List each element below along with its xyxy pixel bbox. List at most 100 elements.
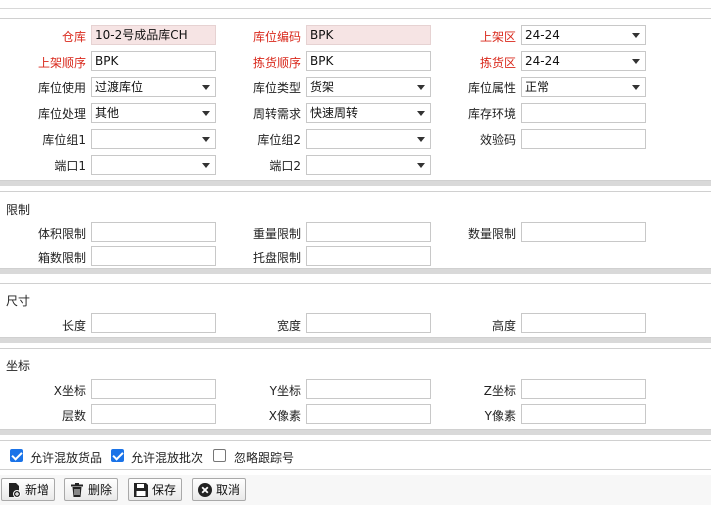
x-pixel-label: X像素 <box>268 409 301 423</box>
box-limit-label: 箱数限制 <box>37 251 86 265</box>
save-button-label: 保存 <box>152 483 177 497</box>
delete-button[interactable]: 删除 <box>64 478 119 501</box>
chevron-down-icon <box>202 137 210 142</box>
group1-select[interactable] <box>91 129 216 149</box>
z-coord-field[interactable] <box>521 379 646 399</box>
length-label: 长度 <box>61 319 86 333</box>
putaway-zone-label: 上架区 <box>479 30 516 44</box>
height-label: 高度 <box>491 319 516 333</box>
close-circle-icon <box>197 482 213 498</box>
width-label: 宽度 <box>276 319 301 333</box>
size-title: 尺寸 <box>6 294 31 308</box>
mix-goods-label: 允许混放货品 <box>30 451 103 465</box>
putaway-sequence-field[interactable]: BPK <box>91 51 216 71</box>
floppy-disk-icon <box>133 482 149 498</box>
section-divider <box>0 269 711 274</box>
chevron-down-icon <box>202 163 210 168</box>
port1-select[interactable] <box>91 155 216 175</box>
putaway-zone-value: 24-24 <box>525 28 560 42</box>
turnover-value: 快速周转 <box>310 106 359 120</box>
putaway-sequence-label: 上架顺序 <box>37 56 86 70</box>
section-divider <box>0 181 711 186</box>
location-type-label: 库位类型 <box>252 81 301 95</box>
y-coord-label: Y坐标 <box>269 384 301 398</box>
new-button[interactable]: 新增 <box>1 478 56 501</box>
qty-limit-field[interactable] <box>521 222 646 242</box>
volume-limit-label: 体积限制 <box>37 227 86 241</box>
x-coord-label: X坐标 <box>53 384 86 398</box>
group1-label: 库位组1 <box>42 133 86 147</box>
pallet-limit-field[interactable] <box>306 246 431 266</box>
location-attr-select[interactable]: 正常 <box>521 77 646 97</box>
port2-select[interactable] <box>306 155 431 175</box>
group2-select[interactable] <box>306 129 431 149</box>
location-proc-label: 库位处理 <box>37 107 86 121</box>
y-pixel-field[interactable] <box>521 404 646 424</box>
section-divider <box>0 338 711 343</box>
location-code-label: 库位编码 <box>252 30 301 44</box>
check-code-field[interactable] <box>521 129 646 149</box>
coords-title: 坐标 <box>6 359 31 373</box>
height-field[interactable] <box>521 313 646 333</box>
port1-label: 端口1 <box>54 159 86 173</box>
options-row <box>0 440 711 470</box>
check-code-label: 效验码 <box>479 133 516 147</box>
y-coord-field[interactable] <box>306 379 431 399</box>
storage-env-field[interactable] <box>521 103 646 123</box>
width-field[interactable] <box>306 313 431 333</box>
z-coord-label: Z坐标 <box>483 384 516 398</box>
chevron-down-icon <box>202 85 210 90</box>
x-pixel-field[interactable] <box>306 404 431 424</box>
limits-title: 限制 <box>6 203 31 217</box>
mix-batch-label: 允许混放批次 <box>131 451 204 465</box>
location-use-value: 过渡库位 <box>95 80 144 94</box>
cancel-button[interactable]: 取消 <box>192 478 247 501</box>
pick-zone-label: 拣货区 <box>479 56 516 70</box>
pick-zone-select[interactable]: 24-24 <box>521 51 646 71</box>
pick-zone-value: 24-24 <box>525 54 560 68</box>
mix-goods-checkbox[interactable] <box>10 449 23 462</box>
location-type-select[interactable]: 货架 <box>306 77 431 97</box>
location-attr-label: 库位属性 <box>467 81 516 95</box>
box-limit-field[interactable] <box>91 246 216 266</box>
location-type-value: 货架 <box>310 80 335 94</box>
location-use-select[interactable]: 过渡库位 <box>91 77 216 97</box>
chevron-down-icon <box>202 111 210 116</box>
mix-batch-checkbox[interactable] <box>111 449 124 462</box>
length-field[interactable] <box>91 313 216 333</box>
x-coord-field[interactable] <box>91 379 216 399</box>
chevron-down-icon <box>632 85 640 90</box>
pick-sequence-label: 拣货顺序 <box>252 56 301 70</box>
location-code-field[interactable]: BPK <box>306 25 431 45</box>
bottom-toolbar: 新增 删除 保存 取消 <box>0 475 711 505</box>
weight-limit-field[interactable] <box>306 222 431 242</box>
ignore-tracking-label: 忽略跟踪号 <box>234 451 295 465</box>
turnover-label: 周转需求 <box>252 107 301 121</box>
new-document-icon <box>6 482 22 498</box>
location-use-label: 库位使用 <box>37 81 86 95</box>
group2-label: 库位组2 <box>257 133 301 147</box>
new-button-label: 新增 <box>25 483 50 497</box>
layer-count-field[interactable] <box>91 404 216 424</box>
putaway-zone-select[interactable]: 24-24 <box>521 25 646 45</box>
pick-sequence-field[interactable]: BPK <box>306 51 431 71</box>
weight-limit-label: 重量限制 <box>252 227 301 241</box>
turnover-select[interactable]: 快速周转 <box>306 103 431 123</box>
chevron-down-icon <box>417 111 425 116</box>
chevron-down-icon <box>417 85 425 90</box>
port2-label: 端口2 <box>269 159 301 173</box>
y-pixel-label: Y像素 <box>484 409 516 423</box>
pallet-limit-label: 托盘限制 <box>252 251 301 265</box>
chevron-down-icon <box>417 137 425 142</box>
location-proc-select[interactable]: 其他 <box>91 103 216 123</box>
chevron-down-icon <box>417 163 425 168</box>
section-divider <box>0 430 711 435</box>
chevron-down-icon <box>632 33 640 38</box>
qty-limit-label: 数量限制 <box>467 227 516 241</box>
trash-icon <box>69 482 85 498</box>
save-button[interactable]: 保存 <box>128 478 183 501</box>
volume-limit-field[interactable] <box>91 222 216 242</box>
warehouse-field[interactable]: 10-2号成品库CH <box>91 25 216 45</box>
warehouse-label: 仓库 <box>61 30 86 44</box>
ignore-tracking-checkbox[interactable] <box>213 449 226 462</box>
